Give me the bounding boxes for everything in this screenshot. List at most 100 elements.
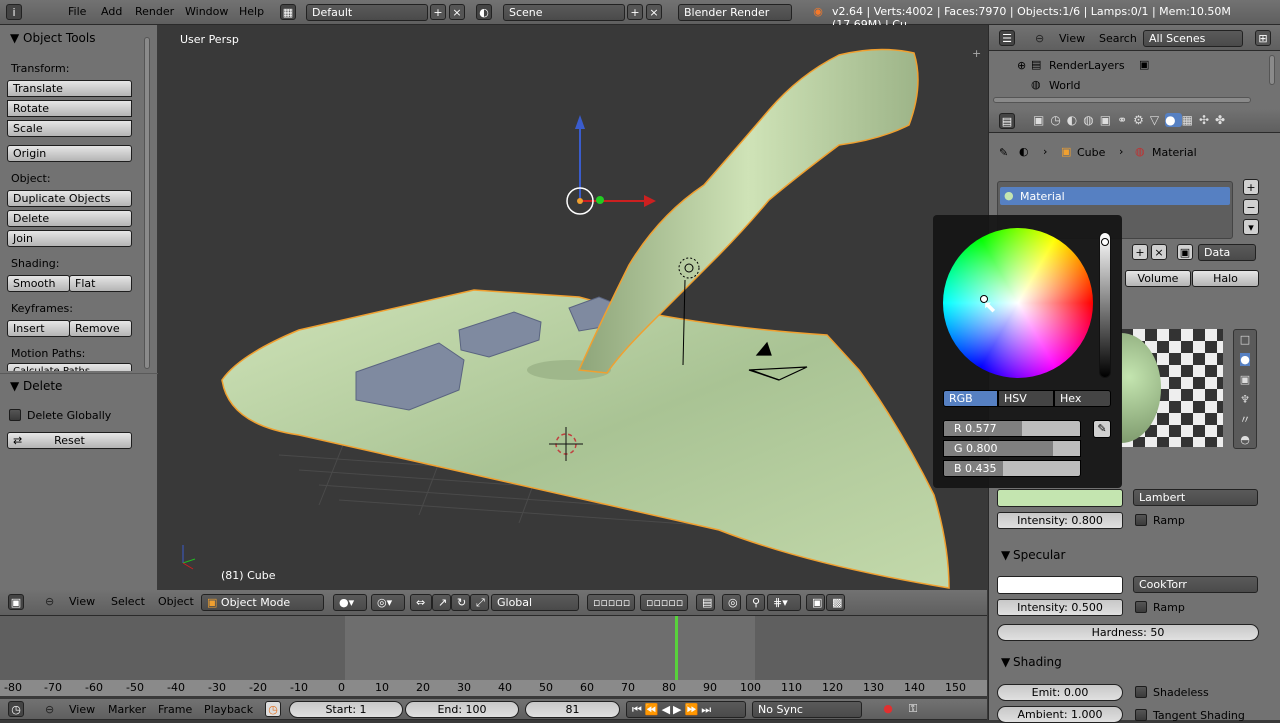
current-frame-field[interactable]: 81 bbox=[525, 701, 620, 718]
flat-button[interactable]: Flat bbox=[69, 275, 132, 292]
outliner-collapse-icon[interactable]: ⊖ bbox=[1035, 32, 1044, 45]
collapse-icon[interactable]: ⊖ bbox=[45, 595, 54, 608]
specular-color-swatch[interactable] bbox=[997, 576, 1123, 594]
start-frame-field[interactable]: Start: 1 bbox=[289, 701, 403, 718]
shadeless-checkbox[interactable] bbox=[1135, 686, 1147, 698]
preview-type-column[interactable]: □ ● ▣ ♆ 〃 ◓ bbox=[1233, 329, 1257, 449]
panel-collapse-icon[interactable]: ▼ bbox=[10, 31, 19, 45]
specular-collapse-icon[interactable]: ▼ bbox=[1001, 548, 1010, 562]
scene-add-icon[interactable]: + bbox=[627, 4, 643, 20]
layout-selector[interactable]: Default bbox=[306, 4, 428, 21]
menu-render[interactable]: Render bbox=[135, 5, 174, 18]
menu-file[interactable]: File bbox=[68, 5, 86, 18]
material-add-icon[interactable]: + bbox=[1132, 244, 1148, 260]
tab-halo[interactable]: Halo bbox=[1192, 270, 1259, 287]
mode-selector[interactable]: ▣ Object Mode bbox=[201, 594, 324, 611]
scale-manipulator[interactable]: ⤢ bbox=[470, 594, 489, 611]
delete-button[interactable]: Delete bbox=[7, 210, 132, 227]
viewport-3d[interactable]: User Persp (81) Cube + bbox=[159, 25, 987, 590]
slot-menu-icon[interactable]: ▾ bbox=[1243, 219, 1259, 235]
tangent-shading-checkbox[interactable] bbox=[1135, 709, 1147, 721]
specular-ramp-checkbox[interactable] bbox=[1135, 601, 1147, 613]
timeline-collapse-icon[interactable]: ⊖ bbox=[45, 703, 54, 716]
timeline-menu-playback[interactable]: Playback bbox=[204, 703, 253, 716]
operator-title[interactable]: Delete bbox=[23, 379, 62, 393]
slot-add-icon[interactable]: + bbox=[1243, 179, 1259, 195]
material-slot-row[interactable]: ● Material bbox=[1000, 187, 1230, 205]
layers-grid-2[interactable]: ▫▫▫▫▫ bbox=[640, 594, 688, 611]
diffuse-intensity-field[interactable]: Intensity: 0.800 bbox=[997, 512, 1123, 529]
menu-window[interactable]: Window bbox=[185, 5, 228, 18]
manipulator-toggle[interactable]: ⇔ bbox=[410, 594, 432, 611]
emit-field[interactable]: Emit: 0.00 bbox=[997, 684, 1123, 701]
layout-add-icon[interactable]: + bbox=[430, 4, 446, 20]
properties-tabs[interactable]: ▣◷◐◍▣⚭⚙▽●▦✣✤ bbox=[1033, 111, 1255, 130]
playback-controls[interactable]: ⏮⏪◀▶⏩⏭ bbox=[626, 701, 746, 718]
outliner-editor-icon[interactable]: ☰ bbox=[999, 30, 1015, 46]
properties-editor-icon[interactable]: ▤ bbox=[999, 113, 1015, 129]
render-anim-icon[interactable]: ▩ bbox=[826, 594, 845, 611]
expand-icon[interactable]: ⊕ bbox=[1017, 59, 1026, 72]
delete-globally-checkbox[interactable] bbox=[9, 409, 21, 421]
render-icon[interactable]: ▣ bbox=[806, 594, 825, 611]
shading-title[interactable]: Shading bbox=[1013, 655, 1062, 669]
sync-selector[interactable]: No Sync bbox=[752, 701, 862, 718]
tab-hex[interactable]: Hex bbox=[1054, 390, 1111, 407]
remove-keyframe-button[interactable]: Remove bbox=[69, 320, 132, 337]
tab-volume[interactable]: Volume bbox=[1125, 270, 1191, 287]
orientation-selector[interactable]: Global bbox=[491, 594, 579, 611]
scene-icon[interactable]: ◐ bbox=[476, 4, 492, 20]
current-frame-marker[interactable] bbox=[675, 616, 678, 680]
calculate-paths-button[interactable]: Calculate Paths bbox=[7, 363, 132, 371]
diffuse-ramp-checkbox[interactable] bbox=[1135, 514, 1147, 526]
pivot-selector[interactable]: ◎▾ bbox=[371, 594, 405, 611]
value-slider[interactable] bbox=[1099, 232, 1111, 378]
snap-icon[interactable]: ⚲ bbox=[746, 594, 765, 611]
material-fake-user-icon[interactable]: ▣ bbox=[1177, 244, 1193, 260]
reset-button[interactable]: ⇄ Reset bbox=[7, 432, 132, 449]
operator-collapse-icon[interactable]: ▼ bbox=[10, 379, 19, 393]
timeline-menu-view[interactable]: View bbox=[69, 703, 95, 716]
color-wheel[interactable] bbox=[943, 228, 1093, 378]
g-slider[interactable]: G 0.800 bbox=[943, 440, 1081, 457]
rotate-manipulator[interactable]: ↻ bbox=[451, 594, 470, 611]
r-slider[interactable]: R 0.577 bbox=[943, 420, 1081, 437]
join-button[interactable]: Join bbox=[7, 230, 132, 247]
outliner-vscroll[interactable] bbox=[1269, 55, 1275, 85]
keying-icon[interactable]: ⚿ bbox=[905, 701, 921, 717]
b-slider[interactable]: B 0.435 bbox=[943, 460, 1081, 477]
menu-select[interactable]: Select bbox=[111, 595, 145, 608]
outliner-filter[interactable]: All Scenes bbox=[1143, 30, 1243, 47]
duplicate-objects-button[interactable]: Duplicate Objects bbox=[7, 190, 132, 207]
timeline-menu-frame[interactable]: Frame bbox=[158, 703, 192, 716]
scene-close-icon[interactable]: × bbox=[646, 4, 662, 20]
smooth-button[interactable]: Smooth bbox=[7, 275, 70, 292]
shading-collapse-icon[interactable]: ▼ bbox=[1001, 655, 1010, 669]
slot-remove-icon[interactable]: − bbox=[1243, 199, 1259, 215]
specular-shader-selector[interactable]: CookTorr bbox=[1133, 576, 1258, 593]
layers-grid-1[interactable]: ▫▫▫▫▫ bbox=[587, 594, 635, 611]
pin-icon[interactable]: ✎ bbox=[999, 146, 1008, 159]
outliner-item-renderlayers[interactable]: RenderLayers bbox=[1049, 59, 1125, 72]
info-editor-icon[interactable]: i bbox=[6, 4, 22, 20]
tab-rgb[interactable]: RGB bbox=[943, 390, 998, 407]
editor-type-icon[interactable]: ▣ bbox=[8, 594, 24, 610]
layout-close-icon[interactable]: × bbox=[449, 4, 465, 20]
specular-intensity-field[interactable]: Intensity: 0.500 bbox=[997, 599, 1123, 616]
eyedropper-icon[interactable]: ✎ bbox=[1093, 420, 1111, 438]
outliner-extra-icon[interactable]: ⊞ bbox=[1255, 30, 1271, 46]
outliner-scrollbar[interactable] bbox=[993, 97, 1251, 103]
material-unlink-icon[interactable]: × bbox=[1151, 244, 1167, 260]
value-slider-handle[interactable] bbox=[1101, 238, 1109, 246]
outliner-item-world[interactable]: World bbox=[1049, 79, 1081, 92]
viewport-shading-selector[interactable]: ●▾ bbox=[333, 594, 367, 611]
snap-element-selector[interactable]: ⋕▾ bbox=[767, 594, 801, 611]
link-data-selector[interactable]: Data bbox=[1198, 244, 1256, 261]
scale-button[interactable]: Scale bbox=[7, 120, 132, 137]
timeline-menu-marker[interactable]: Marker bbox=[108, 703, 146, 716]
menu-view[interactable]: View bbox=[69, 595, 95, 608]
render-engine-selector[interactable]: Blender Render bbox=[678, 4, 792, 21]
scrollbar[interactable] bbox=[144, 37, 150, 369]
color-picker-popup[interactable]: ⬉ RGB HSV Hex R 0.577 G 0.800 B 0.435 ✎ bbox=[933, 215, 1122, 488]
material-tab-icon[interactable]: ● bbox=[1165, 113, 1182, 127]
